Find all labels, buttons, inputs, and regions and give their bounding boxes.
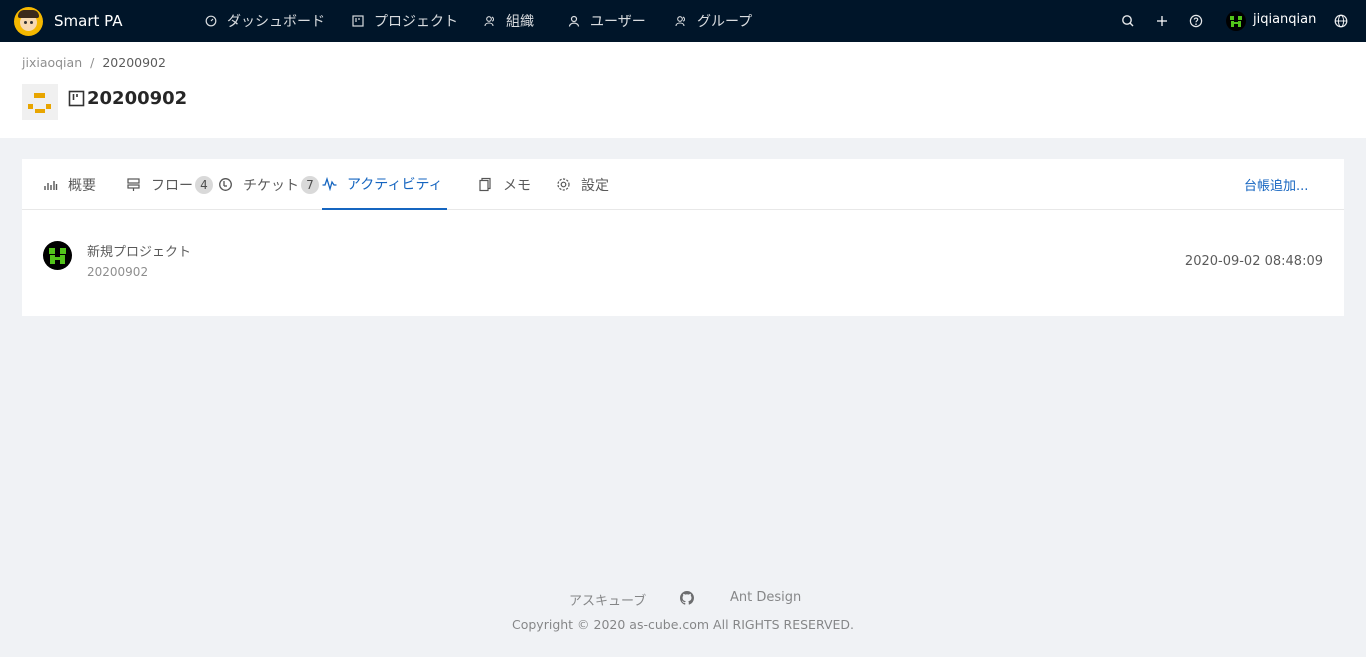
tab-ticket-label: チケット bbox=[243, 177, 299, 194]
github-icon[interactable] bbox=[680, 591, 694, 605]
tab-memo-label: メモ bbox=[503, 177, 531, 194]
team-icon bbox=[484, 16, 494, 27]
tab-overview[interactable]: 概要 bbox=[43, 159, 96, 210]
flow-icon bbox=[127, 178, 140, 191]
memo-icon bbox=[479, 177, 491, 192]
tab-memo[interactable]: メモ bbox=[478, 159, 531, 210]
footer-links: アスキューブ Ant Design bbox=[0, 590, 1366, 609]
nav-users-label: ユーザー bbox=[590, 14, 646, 30]
ticket-count-badge: 7 bbox=[301, 175, 319, 194]
breadcrumb: jixiaoqian / 20200902 bbox=[22, 55, 166, 70]
activity-user-avatar bbox=[43, 241, 72, 270]
tab-ticket[interactable]: チケット 7 bbox=[218, 159, 319, 210]
nav-project-label: プロジェクト bbox=[374, 14, 458, 30]
nav-organization[interactable]: 組織 bbox=[484, 0, 534, 42]
group-icon bbox=[675, 16, 685, 27]
username[interactable]: jiqianqian bbox=[1253, 12, 1316, 27]
breadcrumb-separator: / bbox=[90, 55, 95, 70]
project-icon bbox=[352, 15, 364, 27]
activity-icon bbox=[322, 176, 337, 191]
user-avatar[interactable] bbox=[1226, 11, 1246, 31]
question-circle-icon[interactable] bbox=[1188, 13, 1204, 29]
nav-dashboard-label: ダッシュボード bbox=[227, 14, 325, 30]
search-icon[interactable] bbox=[1120, 13, 1136, 29]
add-ledger-link[interactable]: 台帳追加... bbox=[1244, 175, 1308, 194]
project-icon bbox=[68, 90, 85, 107]
project-tabs: 概要 フロー 4 チケット 7 アクティビティ メモ 設定 台帳追加... bbox=[22, 159, 1344, 210]
activity-title: 新規プロジェクト bbox=[87, 245, 192, 260]
setting-icon bbox=[557, 178, 570, 191]
nav-groups-label: グループ bbox=[697, 14, 753, 30]
ticket-icon bbox=[219, 178, 232, 191]
page-header: jixiaoqian / 20200902 20200902 bbox=[0, 42, 1366, 138]
page-title: 20200902 bbox=[68, 88, 187, 109]
user-icon bbox=[568, 15, 580, 27]
tab-activity-label: アクティビティ bbox=[347, 176, 443, 193]
footer-link-antdesign[interactable]: Ant Design bbox=[730, 590, 801, 605]
nav-project[interactable]: プロジェクト bbox=[352, 0, 458, 42]
project-avatar bbox=[22, 84, 58, 120]
activity-timestamp: 2020-09-02 08:48:09 bbox=[1184, 254, 1323, 269]
footer-copyright: Copyright © 2020 as-cube.com All RIGHTS … bbox=[512, 617, 854, 632]
bar-chart-icon bbox=[44, 181, 58, 190]
activity-card: 概要 フロー 4 チケット 7 アクティビティ メモ 設定 台帳追加... 新規… bbox=[22, 159, 1344, 316]
flow-count-badge: 4 bbox=[195, 175, 213, 194]
activity-description: 20200902 bbox=[87, 265, 149, 279]
top-navigation-bar: Smart PA ダッシュボード プロジェクト 組織 ユーザー グループ jiq… bbox=[0, 0, 1366, 42]
project-title-text: 20200902 bbox=[87, 88, 188, 109]
plus-icon[interactable] bbox=[1154, 13, 1170, 29]
tab-overview-label: 概要 bbox=[68, 177, 96, 194]
dashboard-icon bbox=[205, 15, 217, 27]
tab-flow[interactable]: フロー 4 bbox=[126, 159, 213, 210]
footer-link-ascube[interactable]: アスキューブ bbox=[569, 590, 646, 609]
nav-groups[interactable]: グループ bbox=[675, 0, 752, 42]
app-logo[interactable] bbox=[14, 7, 43, 36]
nav-users[interactable]: ユーザー bbox=[568, 0, 646, 42]
tab-flow-label: フロー bbox=[151, 177, 193, 194]
breadcrumb-current: 20200902 bbox=[102, 55, 166, 70]
nav-organization-label: 組織 bbox=[506, 14, 534, 30]
tab-activity[interactable]: アクティビティ bbox=[322, 159, 447, 210]
globe-icon[interactable] bbox=[1333, 13, 1349, 29]
tab-settings[interactable]: 設定 bbox=[556, 159, 609, 210]
app-brand-name[interactable]: Smart PA bbox=[54, 12, 123, 30]
breadcrumb-parent[interactable]: jixiaoqian bbox=[22, 55, 82, 70]
nav-dashboard[interactable]: ダッシュボード bbox=[205, 0, 325, 42]
tab-settings-label: 設定 bbox=[581, 177, 609, 194]
